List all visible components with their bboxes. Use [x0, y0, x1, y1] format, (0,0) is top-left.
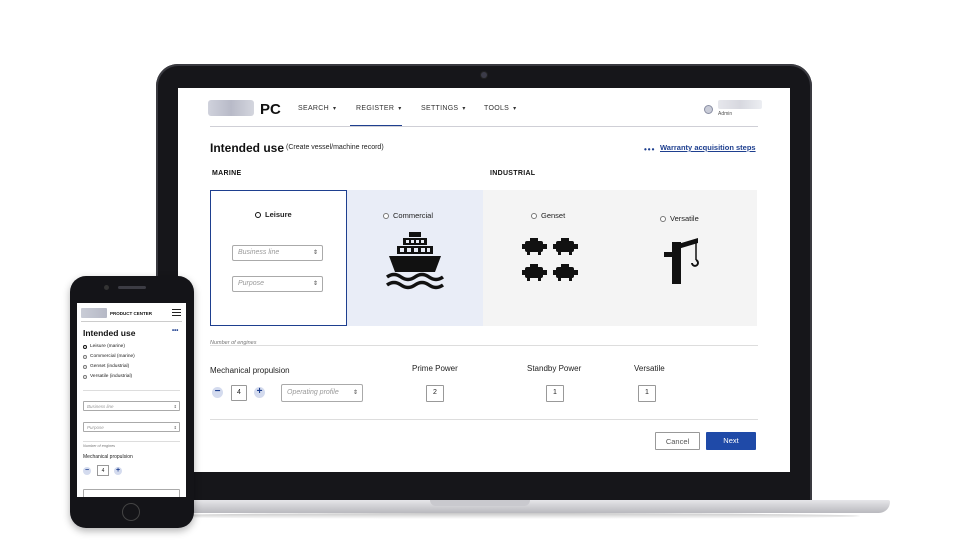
nav-search[interactable]: SEARCH ▾: [298, 105, 336, 112]
cancel-button[interactable]: Cancel: [655, 432, 700, 450]
laptop-shadow: [140, 513, 860, 519]
decrement-button[interactable]: −: [212, 387, 223, 398]
operating-profile-select[interactable]: [83, 489, 180, 497]
number-of-engines-label: Number of engines: [210, 340, 257, 346]
ship-icon: [385, 232, 445, 290]
user-role: Admin: [718, 111, 733, 117]
propulsion-count-input[interactable]: 4: [231, 385, 247, 401]
purpose-select[interactable]: Purpose ⇕: [232, 276, 323, 292]
radio-leisure-marine[interactable]: Leisure (marine): [83, 344, 125, 349]
company-logo[interactable]: [81, 308, 107, 318]
hamburger-menu-icon[interactable]: [172, 309, 181, 318]
phone-camera: [104, 285, 109, 290]
radio-commercial-marine[interactable]: Commercial (marine): [83, 354, 135, 359]
select-arrows-icon: ⇕: [173, 404, 177, 409]
laptop-screen: PC SEARCH ▾ REGISTER ▾ SETTINGS ▾ TOOLS ▾ Ad…: [178, 88, 790, 472]
increment-button[interactable]: +: [254, 387, 265, 398]
option-genset-card[interactable]: Genset: [483, 190, 620, 326]
more-dots-icon: •••: [644, 145, 656, 154]
crane-icon: [664, 238, 699, 284]
business-line-select[interactable]: Business line ⇕: [232, 245, 323, 261]
app-brand: PC: [260, 101, 281, 118]
increment-button[interactable]: +: [114, 467, 122, 475]
more-dots-icon[interactable]: •••: [172, 328, 178, 334]
chevron-down-icon: ▾: [398, 106, 402, 112]
radio-unchecked-icon: [531, 212, 537, 219]
operating-profile-select[interactable]: Operating profile ⇕: [281, 384, 363, 402]
standby-power-label: Standby Power: [527, 364, 582, 373]
radio-checked-icon: [83, 344, 87, 349]
select-arrows-icon: ⇕: [312, 281, 318, 287]
generator-set-icon: [522, 238, 578, 281]
nav-settings[interactable]: SETTINGS ▾: [421, 105, 466, 112]
radio-unchecked-icon: [83, 374, 87, 379]
phone-speaker: [118, 286, 146, 289]
phone-screen: PRODUCT CENTER Intended use ••• Leisure …: [77, 303, 186, 497]
page-subtitle: (Create vessel/machine record): [286, 144, 384, 151]
radio-leisure[interactable]: Leisure: [255, 210, 292, 219]
radio-unchecked-icon: [83, 364, 87, 369]
business-line-select[interactable]: Business line ⇕: [83, 401, 180, 411]
standby-power-input[interactable]: 1: [546, 385, 564, 402]
radio-unchecked-icon: [660, 215, 666, 222]
chevron-down-icon: ▾: [513, 106, 517, 112]
option-commercial-card[interactable]: Commercial: [347, 190, 483, 326]
select-arrows-icon: ⇕: [312, 250, 318, 256]
radio-versatile[interactable]: Versatile: [660, 214, 699, 223]
header-divider: [210, 126, 758, 127]
radio-genset[interactable]: Genset: [531, 211, 565, 220]
app-brand: PRODUCT CENTER: [110, 311, 153, 316]
page-title: Intended use: [210, 141, 285, 155]
radio-checked-icon: [255, 211, 261, 218]
purpose-select[interactable]: Purpose ⇕: [83, 422, 180, 432]
nav-register[interactable]: REGISTER ▾: [356, 105, 402, 112]
chevron-down-icon: ▾: [332, 106, 337, 112]
number-of-engines-label: Number of engines: [83, 444, 116, 448]
radio-genset-industrial[interactable]: Genset (industrial): [83, 364, 129, 369]
next-button[interactable]: Next: [706, 432, 756, 450]
versatile-count-label: Versatile: [634, 364, 665, 373]
radio-unchecked-icon: [383, 212, 389, 219]
propulsion-count-input[interactable]: 4: [97, 465, 109, 476]
section-industrial: INDUSTRIAL: [490, 170, 536, 177]
select-arrows-icon: ⇕: [173, 425, 177, 430]
header-divider: [81, 321, 182, 322]
footer-divider: [210, 419, 758, 420]
section-marine: MARINE: [212, 170, 242, 177]
versatile-count-input[interactable]: 1: [638, 385, 656, 402]
user-avatar-icon[interactable]: [704, 105, 713, 114]
company-logo[interactable]: [208, 100, 254, 116]
decrement-button[interactable]: −: [83, 467, 91, 475]
radio-commercial[interactable]: Commercial: [383, 211, 433, 220]
prime-power-label: Prime Power: [412, 364, 458, 373]
webcam: [481, 72, 487, 78]
option-versatile-card[interactable]: Versatile: [620, 190, 757, 326]
radio-versatile-industrial[interactable]: Versatile (industrial): [83, 374, 132, 379]
phone-home-button[interactable]: [122, 503, 140, 521]
engines-divider: [210, 345, 758, 346]
laptop-notch: [430, 500, 530, 506]
mechanical-propulsion-label: Mechanical propulsion: [210, 366, 290, 375]
warranty-steps-link[interactable]: Warranty acquisition steps: [660, 143, 756, 152]
options-divider: [83, 390, 180, 391]
page-title: Intended use: [83, 328, 136, 338]
nav-tools[interactable]: TOOLS ▾: [484, 105, 516, 112]
chevron-down-icon: ▾: [462, 106, 466, 112]
user-name[interactable]: [718, 100, 762, 109]
mechanical-propulsion-label: Mechanical propulsion: [83, 454, 133, 460]
select-arrows-icon: ⇕: [352, 390, 358, 396]
prime-power-input[interactable]: 2: [426, 385, 444, 402]
engines-divider: [83, 441, 180, 442]
radio-unchecked-icon: [83, 354, 87, 359]
option-leisure-card[interactable]: Leisure Business line ⇕ Purpose ⇕: [210, 190, 347, 326]
